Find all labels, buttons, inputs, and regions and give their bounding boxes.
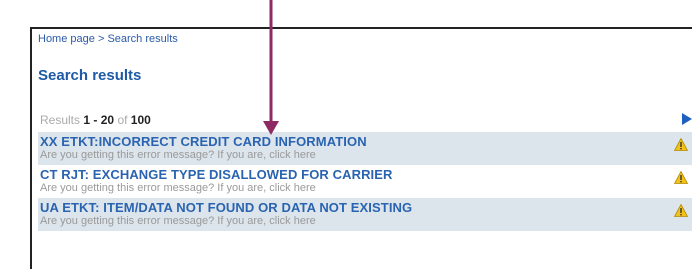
result-row[interactable]: UA ETKT: ITEM/DATA NOT FOUND OR DATA NOT… bbox=[38, 198, 692, 231]
results-list: XX ETKT:INCORRECT CREDIT CARD INFORMATIO… bbox=[38, 132, 692, 231]
results-of-label: of bbox=[117, 113, 128, 127]
breadcrumb: Home page > Search results bbox=[38, 33, 178, 45]
result-title-link[interactable]: CT RJT: EXCHANGE TYPE DISALLOWED FOR CAR… bbox=[40, 167, 692, 182]
result-title-link[interactable]: UA ETKT: ITEM/DATA NOT FOUND OR DATA NOT… bbox=[40, 200, 692, 215]
warning-triangle-icon bbox=[674, 204, 688, 217]
result-subtitle: Are you getting this error message? If y… bbox=[40, 149, 316, 161]
results-dash: - bbox=[93, 113, 98, 127]
breadcrumb-home-link[interactable]: Home page bbox=[38, 33, 95, 45]
warning-triangle-icon bbox=[674, 171, 688, 184]
result-subtitle: Are you getting this error message? If y… bbox=[40, 182, 316, 194]
next-page-arrow-icon[interactable] bbox=[682, 113, 692, 125]
breadcrumb-separator: > bbox=[97, 33, 105, 45]
results-label: Results bbox=[40, 113, 81, 127]
results-summary: Results 1 - 20 of 100 bbox=[40, 113, 151, 127]
search-results-panel: Home page > Search results Search result… bbox=[30, 27, 692, 269]
page-title: Search results bbox=[38, 67, 142, 84]
results-from: 1 bbox=[83, 113, 91, 127]
result-row[interactable]: CT RJT: EXCHANGE TYPE DISALLOWED FOR CAR… bbox=[38, 165, 692, 198]
result-row[interactable]: XX ETKT:INCORRECT CREDIT CARD INFORMATIO… bbox=[38, 132, 692, 165]
result-title-link[interactable]: XX ETKT:INCORRECT CREDIT CARD INFORMATIO… bbox=[40, 134, 692, 149]
results-to: 20 bbox=[100, 113, 115, 127]
warning-triangle-icon bbox=[674, 138, 688, 151]
breadcrumb-current: Search results bbox=[107, 33, 178, 45]
results-total: 100 bbox=[130, 113, 151, 127]
result-subtitle: Are you getting this error message? If y… bbox=[40, 215, 316, 227]
